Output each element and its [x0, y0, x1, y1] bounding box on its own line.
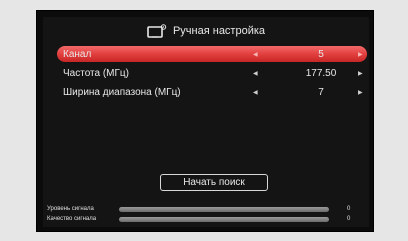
row-label: Ширина диапазона (МГц): [63, 86, 181, 98]
signal-level-label: Уровень сигнала: [47, 206, 94, 212]
signal-level-value: 0: [347, 206, 351, 212]
page-title: Ручная настройка: [172, 25, 266, 37]
tv-settings-icon: [147, 24, 167, 38]
signal-level-row: Уровень сигнала 0: [47, 204, 363, 214]
arrow-left-icon[interactable]: ◀: [253, 51, 258, 58]
row-channel[interactable]: Канал ◀ 5 ▶: [57, 46, 367, 62]
tv-screen: Ручная настройка Канал ◀ 5 ▶ Частота (МГ…: [36, 10, 374, 232]
signal-quality-bar: [119, 216, 329, 222]
signal-quality-row: Качество сигнала 0: [47, 214, 363, 224]
row-value: 5: [318, 48, 324, 60]
arrow-left-icon[interactable]: ◀: [253, 70, 258, 77]
signal-level-bar: [119, 206, 329, 212]
arrow-right-icon[interactable]: ▶: [358, 89, 363, 96]
row-label: Канал: [63, 48, 92, 60]
arrow-left-icon[interactable]: ◀: [253, 89, 258, 96]
arrow-right-icon[interactable]: ▶: [358, 51, 363, 58]
manual-tuning-panel: Ручная настройка Канал ◀ 5 ▶ Частота (МГ…: [43, 17, 369, 227]
panel-header: Ручная настройка: [43, 21, 369, 41]
row-label: Частота (МГц): [63, 67, 129, 79]
signal-quality-label: Качество сигнала: [47, 216, 97, 222]
row-value: 7: [318, 86, 324, 98]
arrow-right-icon[interactable]: ▶: [358, 70, 363, 77]
signal-quality-value: 0: [347, 216, 351, 222]
row-frequency[interactable]: Частота (МГц) ◀ 177.50 ▶: [57, 65, 367, 81]
start-search-button[interactable]: Начать поиск: [160, 174, 268, 191]
row-value: 177.50: [305, 67, 337, 79]
settings-list: Канал ◀ 5 ▶ Частота (МГц) ◀ 177.50 ▶ Шир…: [57, 46, 367, 103]
row-bandwidth[interactable]: Ширина диапазона (МГц) ◀ 7 ▶: [57, 84, 367, 100]
